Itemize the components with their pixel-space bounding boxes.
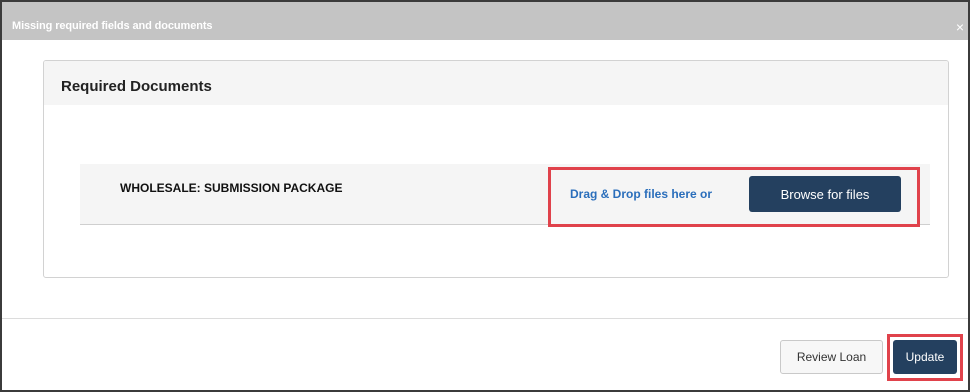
- document-name: WHOLESALE: SUBMISSION PACKAGE: [120, 181, 343, 195]
- panel-title: Required Documents: [61, 78, 212, 95]
- panel-header: Required Documents: [44, 61, 948, 105]
- close-icon[interactable]: ×: [956, 20, 964, 34]
- modal-title: Missing required fields and documents: [12, 20, 213, 32]
- drag-drop-link[interactable]: Drag & Drop files here or: [570, 187, 712, 201]
- update-button[interactable]: Update: [893, 340, 957, 374]
- browse-files-button[interactable]: Browse for files: [749, 176, 901, 212]
- review-loan-button[interactable]: Review Loan: [780, 340, 883, 374]
- missing-fields-modal: Missing required fields and documents × …: [0, 0, 970, 392]
- modal-header: Missing required fields and documents ×: [2, 0, 968, 40]
- footer-divider: [2, 318, 968, 319]
